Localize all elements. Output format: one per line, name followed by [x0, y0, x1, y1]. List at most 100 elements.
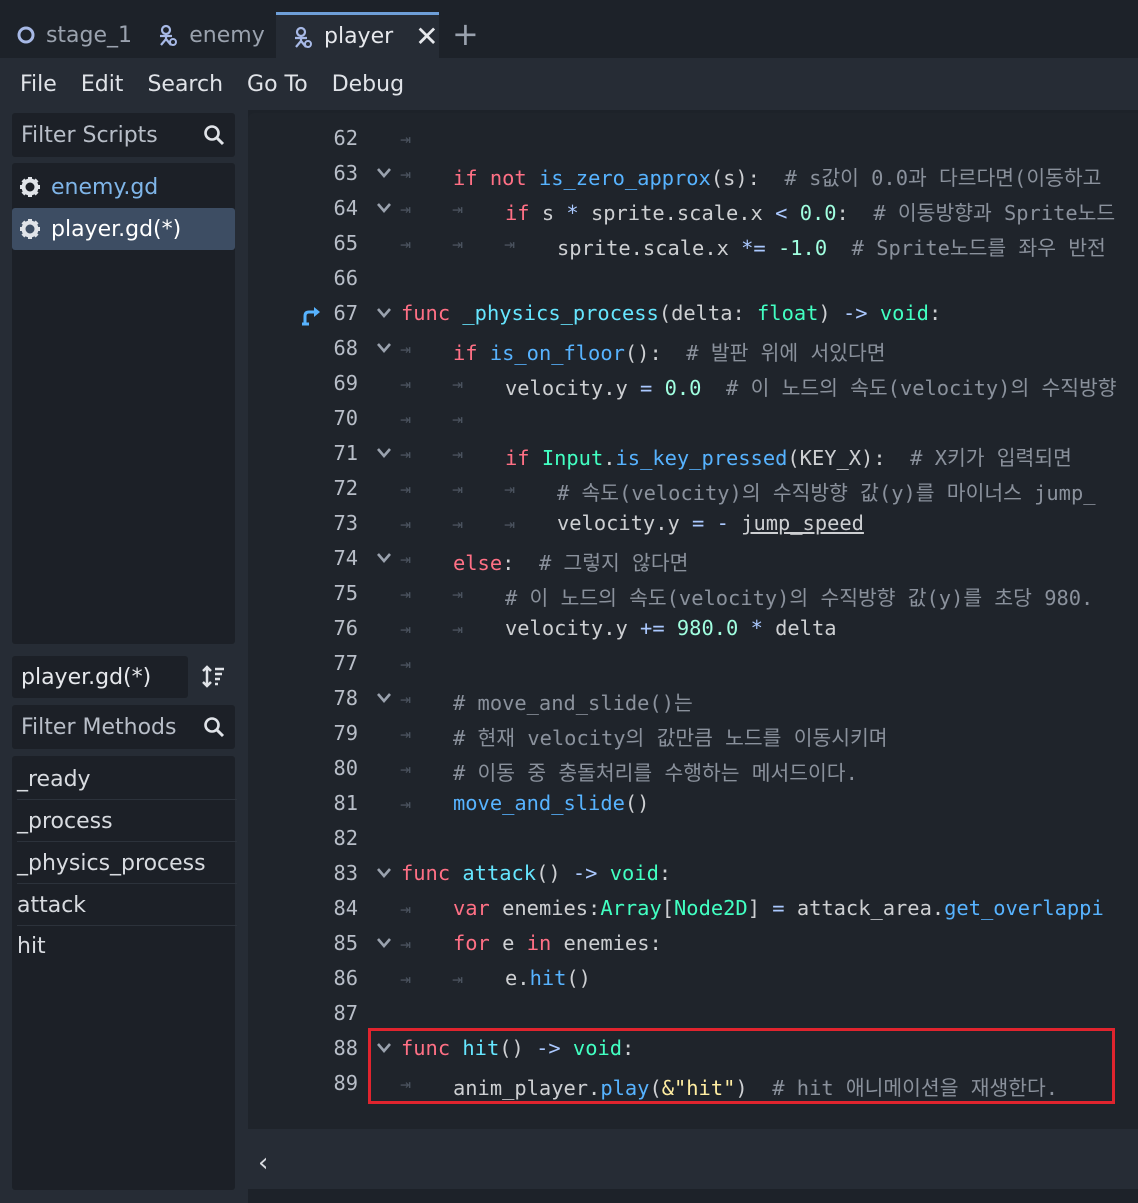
indent-marker-icon: ⇥ — [400, 689, 411, 710]
indent-marker-icon: ⇥ — [452, 234, 463, 255]
tab-label: stage_1 — [45, 22, 133, 48]
code-line: 72 ⇥ ⇥ ⇥ # 속도(velocity)의 수직방향 값(y)를 마이너스… — [248, 470, 1138, 505]
chevron-down-icon[interactable] — [376, 937, 392, 949]
code-line: 69 ⇥ ⇥ velocity.y = 0.0 # 이 노드의 속도(veloc… — [248, 365, 1138, 400]
chevron-down-icon[interactable] — [376, 342, 392, 354]
indent-marker-icon: ⇥ — [452, 199, 463, 220]
menu-edit[interactable]: Edit — [81, 72, 124, 97]
menu-go-to[interactable]: Go To — [247, 72, 308, 97]
chevron-down-icon[interactable] — [376, 202, 392, 214]
close-icon[interactable]: ✕ — [415, 22, 438, 51]
chevron-down-icon[interactable] — [376, 167, 392, 179]
indent-marker-icon: ⇥ — [400, 234, 411, 255]
method-item-physics-process[interactable]: _physics_process — [17, 843, 237, 884]
search-icon — [204, 125, 225, 146]
line-number: 64 — [333, 196, 358, 220]
method-item-process[interactable]: _process — [17, 801, 237, 842]
code-text: for e in enemies: — [453, 931, 662, 955]
indent-marker-icon: ⇥ — [400, 129, 411, 150]
code-line: 78 ⇥ # move_and_slide()는 — [248, 680, 1138, 715]
code-line: 71 ⇥ ⇥ if Input.is_key_pressed(KEY_X): #… — [248, 435, 1138, 470]
script-item-enemy[interactable]: enemy.gd — [12, 166, 235, 208]
code-line: 66 — [248, 260, 1138, 295]
menu-debug[interactable]: Debug — [332, 72, 404, 97]
filter-scripts-placeholder: Filter Scripts — [21, 122, 158, 148]
code-text: sprite.scale.x *= -1.0 # Sprite노드를 좌우 반전 — [557, 236, 1106, 260]
menu-file[interactable]: File — [20, 72, 57, 97]
method-name: hit — [17, 934, 46, 959]
code-text: # 속도(velocity)의 수직방향 값(y)를 마이너스 jump_ — [557, 481, 1096, 505]
filter-scripts-input[interactable]: Filter Scripts — [12, 113, 235, 157]
tab-player[interactable]: player ✕ — [276, 12, 439, 58]
method-item-hit[interactable]: hit — [17, 926, 237, 967]
indent-marker-icon: ⇥ — [400, 934, 411, 955]
chevron-down-icon[interactable] — [376, 552, 392, 564]
script-list: enemy.gd player.gd(*) — [12, 163, 235, 644]
method-item-ready[interactable]: _ready — [17, 759, 237, 800]
chevron-down-icon[interactable] — [376, 867, 392, 879]
line-number: 66 — [333, 266, 358, 290]
circle-node-icon — [16, 25, 36, 45]
code-line: 63 ⇥ if not is_zero_approx(s): # s값이 0.0… — [248, 155, 1138, 190]
script-item-player[interactable]: player.gd(*) — [12, 208, 235, 250]
indent-marker-icon: ⇥ — [400, 654, 411, 675]
code-line: 70 ⇥ ⇥ — [248, 400, 1138, 435]
code-text: # 이동 중 충돌처리를 수행하는 메서드이다. — [453, 761, 858, 785]
code-line: 74 ⇥ else: # 그렇지 않다면 — [248, 540, 1138, 575]
add-tab-icon[interactable]: + — [452, 18, 479, 50]
tab-stage-1[interactable]: stage_1 — [8, 12, 140, 58]
line-number: 79 — [333, 721, 358, 745]
code-line: 82 — [248, 820, 1138, 855]
line-number: 65 — [333, 231, 358, 255]
sort-methods-icon[interactable] — [201, 664, 227, 694]
code-line: 73 ⇥ ⇥ ⇥ velocity.y = - jump_speed — [248, 505, 1138, 540]
code-line: 80 ⇥ # 이동 중 충돌처리를 수행하는 메서드이다. — [248, 750, 1138, 785]
tab-enemy[interactable]: enemy — [150, 12, 272, 58]
indent-marker-icon: ⇥ — [452, 619, 463, 640]
code-line: 84 ⇥ var enemies:Array[Node2D] = attack_… — [248, 890, 1138, 925]
code-editor[interactable]: 62 ⇥ 63 ⇥ if not is_zero_approx(s): # s값… — [248, 113, 1138, 1129]
indent-marker-icon: ⇥ — [400, 584, 411, 605]
current-script-name: player.gd(*) — [12, 656, 188, 698]
indent-marker-icon: ⇥ — [400, 549, 411, 570]
character-node-icon — [292, 26, 314, 48]
indent-marker-icon: ⇥ — [400, 164, 411, 185]
scene-tab-bar: stage_1 enemy player ✕ + — [0, 0, 1138, 58]
editor-status-bar — [248, 1129, 1138, 1189]
indent-marker-icon: ⇥ — [400, 899, 411, 920]
code-line: 86 ⇥ ⇥ e.hit() — [248, 960, 1138, 995]
line-number: 67 — [333, 301, 358, 325]
line-number: 68 — [333, 336, 358, 360]
method-item-attack[interactable]: attack — [17, 885, 237, 926]
indent-marker-icon: ⇥ — [400, 339, 411, 360]
method-name: _process — [17, 808, 113, 834]
chevron-left-icon[interactable]: ‹ — [258, 1148, 268, 1178]
indent-marker-icon: ⇥ — [452, 584, 463, 605]
line-number: 77 — [333, 651, 358, 675]
code-text: # move_and_slide()는 — [453, 691, 693, 715]
line-number: 88 — [333, 1036, 358, 1060]
line-number: 86 — [333, 966, 358, 990]
chevron-down-icon[interactable] — [376, 692, 392, 704]
code-line: 65 ⇥ ⇥ ⇥ sprite.scale.x *= -1.0 # Sprite… — [248, 225, 1138, 260]
tab-label: player — [324, 24, 394, 49]
character-node-icon — [157, 24, 179, 46]
line-number: 83 — [333, 861, 358, 885]
chevron-down-icon[interactable] — [376, 307, 392, 319]
indent-marker-icon: ⇥ — [400, 199, 411, 220]
line-number: 73 — [333, 511, 358, 535]
tab-label: enemy — [189, 22, 265, 48]
code-text: else: # 그렇지 않다면 — [453, 551, 689, 575]
indent-marker-icon: ⇥ — [400, 479, 411, 500]
filter-methods-input[interactable]: Filter Methods — [12, 705, 235, 749]
code-line: 67 func _physics_process(delta: float) -… — [248, 295, 1138, 330]
line-number: 71 — [333, 441, 358, 465]
indent-marker-icon: ⇥ — [400, 444, 411, 465]
menu-search[interactable]: Search — [147, 72, 223, 97]
code-text: # 이 노드의 속도(velocity)의 수직방향 값(y)를 초당 980. — [505, 586, 1094, 610]
code-text: if not is_zero_approx(s): # s값이 0.0과 다르다… — [453, 166, 1102, 190]
method-list: _ready _process _physics_process attack … — [12, 756, 237, 1190]
chevron-down-icon[interactable] — [376, 447, 392, 459]
indent-marker-icon: ⇥ — [452, 444, 463, 465]
indent-marker-icon: ⇥ — [400, 409, 411, 430]
